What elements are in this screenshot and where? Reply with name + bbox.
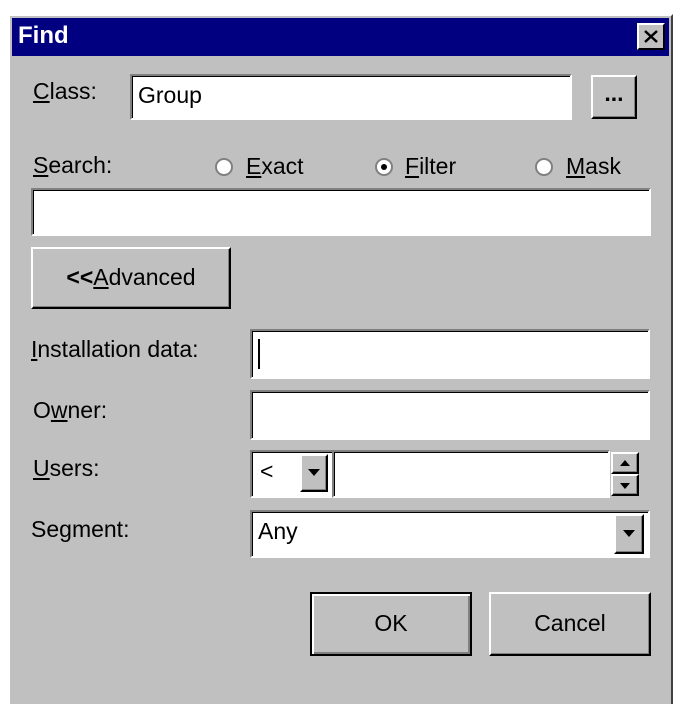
text-caret bbox=[258, 339, 260, 369]
class-browse-button[interactable]: ... bbox=[591, 75, 637, 119]
owner-label: Owner: bbox=[33, 397, 108, 423]
chevron-down-icon bbox=[308, 469, 320, 476]
segment-label: Segment: bbox=[31, 516, 130, 542]
arrow-down-icon bbox=[620, 483, 630, 489]
title-bar[interactable]: Find bbox=[12, 18, 669, 56]
search-input[interactable] bbox=[31, 188, 651, 236]
chevron-down-icon bbox=[623, 530, 635, 537]
owner-input[interactable] bbox=[250, 390, 650, 440]
advanced-button[interactable]: <<Advanced bbox=[31, 247, 231, 309]
window-title: Find bbox=[18, 22, 69, 49]
segment-select[interactable]: Any bbox=[250, 510, 650, 558]
radio-filter-label[interactable]: Filter bbox=[405, 153, 456, 180]
installation-data-input[interactable] bbox=[250, 329, 650, 379]
class-label: Class: bbox=[33, 78, 97, 104]
users-spin-up-button[interactable] bbox=[611, 452, 639, 474]
ok-button[interactable]: OK bbox=[310, 592, 472, 656]
users-label: Users: bbox=[33, 455, 100, 481]
radio-exact-label[interactable]: Exact bbox=[246, 153, 304, 180]
users-operator-dropdown-button[interactable] bbox=[300, 454, 328, 492]
radio-filter[interactable] bbox=[375, 158, 393, 176]
arrow-up-icon bbox=[620, 460, 630, 466]
radio-mask-label[interactable]: Mask bbox=[566, 153, 621, 180]
users-spin-down-button[interactable] bbox=[611, 474, 639, 496]
class-input[interactable]: Group bbox=[130, 74, 572, 120]
cancel-button[interactable]: Cancel bbox=[489, 592, 651, 656]
segment-dropdown-button[interactable] bbox=[614, 514, 644, 554]
radio-exact[interactable] bbox=[215, 158, 233, 176]
installation-data-label: Installation data: bbox=[31, 336, 199, 362]
search-label: Search: bbox=[33, 152, 113, 178]
users-value-input[interactable] bbox=[332, 450, 610, 498]
close-icon bbox=[644, 30, 658, 43]
radio-mask[interactable] bbox=[535, 158, 553, 176]
radio-selected-dot bbox=[381, 164, 387, 170]
close-button[interactable] bbox=[637, 23, 665, 50]
